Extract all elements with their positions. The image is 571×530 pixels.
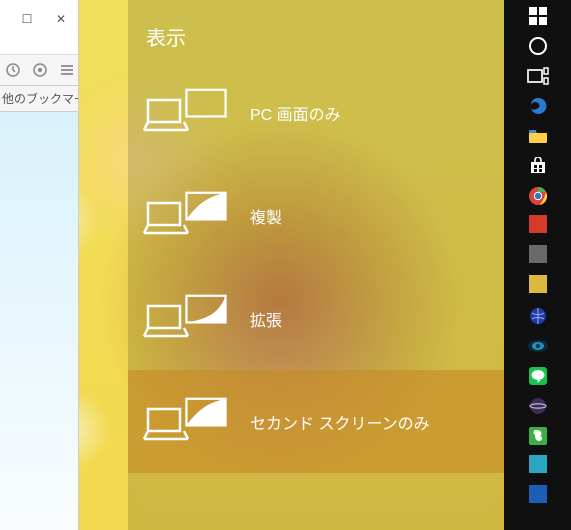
taskbar-item-store[interactable] (523, 156, 553, 176)
taskbar-item-app-blue[interactable] (523, 486, 553, 506)
bookmark-bar[interactable]: 他のブックマーク (0, 86, 78, 112)
taskbar-item-edge[interactable] (523, 96, 553, 116)
taskbar-item-start[interactable] (523, 6, 553, 26)
browser-toolbar (0, 54, 78, 86)
other-bookmarks-label: 他のブックマーク (2, 90, 78, 107)
edge-icon (528, 96, 548, 116)
project-option-second-only[interactable]: セカンド スクリーンのみ (128, 370, 504, 473)
project-option-icon (142, 88, 232, 138)
line-icon (529, 367, 547, 385)
evernote-icon (529, 427, 547, 445)
project-option-icon (142, 191, 232, 241)
taskbar-item-app-grey[interactable] (523, 246, 553, 266)
laptop-icon (142, 405, 190, 445)
project-option-icon (142, 294, 232, 344)
taskbar-item-file-explorer[interactable] (523, 126, 553, 146)
project-option-label: セカンド スクリーンのみ (250, 410, 430, 434)
project-option-label: 複製 (250, 204, 282, 228)
maximize-icon: ☐ (22, 12, 33, 26)
app-grey-icon (529, 245, 547, 268)
taskbar-item-app-eye[interactable] (523, 336, 553, 356)
laptop-icon (142, 199, 190, 239)
taskbar-item-eclipse[interactable] (523, 396, 553, 416)
monitor-icon (184, 191, 228, 223)
monitor-icon (184, 397, 228, 429)
project-flyout: 表示 PC 画面のみ複製拡張セカンド スクリーンのみ (128, 0, 504, 530)
taskbar-item-evernote[interactable] (523, 426, 553, 446)
project-option-duplicate[interactable]: 複製 (128, 164, 504, 267)
task-view-icon (527, 67, 549, 85)
app-yellow-tile-icon (529, 275, 547, 298)
browser-content-area (0, 112, 78, 530)
taskbar-item-line[interactable] (523, 366, 553, 386)
chrome-icon (528, 186, 548, 206)
taskbar-item-chrome[interactable] (523, 186, 553, 206)
laptop-icon (142, 96, 190, 136)
browser-window-edge: ☐ ✕ 他のブックマーク (0, 0, 79, 530)
project-option-extend[interactable]: 拡張 (128, 267, 504, 370)
hamburger-icon (59, 62, 75, 78)
close-button[interactable]: ✕ (44, 6, 78, 32)
flyout-title: 表示 (128, 0, 504, 61)
project-option-icon (142, 397, 232, 447)
start-icon (529, 7, 547, 25)
toolbar-button-1[interactable] (2, 58, 25, 82)
close-icon: ✕ (56, 12, 66, 26)
taskbar-item-app-blue-globe[interactable] (523, 306, 553, 326)
taskbar-item-task-view[interactable] (523, 66, 553, 86)
taskbar-item-app-yellow-tile[interactable] (523, 276, 553, 296)
monitor-icon (184, 294, 228, 326)
taskbar-item-app-cyan[interactable] (523, 456, 553, 476)
laptop-icon (142, 302, 190, 342)
app-blue-icon (529, 485, 547, 508)
eclipse-icon (528, 396, 548, 416)
taskbar (504, 0, 571, 530)
app-cyan-icon (529, 455, 547, 478)
store-icon (529, 157, 547, 175)
app-blue-globe-icon (529, 307, 547, 325)
project-option-label: 拡張 (250, 307, 282, 331)
toolbar-menu[interactable] (55, 58, 78, 82)
app-red-icon (529, 215, 547, 238)
file-explorer-icon (528, 128, 548, 144)
clock-icon (5, 62, 21, 78)
toolbar-button-2[interactable] (29, 58, 52, 82)
target-icon (32, 62, 48, 78)
app-eye-icon (527, 339, 549, 353)
taskbar-item-app-red[interactable] (523, 216, 553, 236)
browser-titlebar: ☐ ✕ (0, 0, 78, 54)
project-option-label: PC 画面のみ (250, 101, 341, 125)
maximize-button[interactable]: ☐ (10, 6, 44, 32)
project-option-pc-only[interactable]: PC 画面のみ (128, 61, 504, 164)
cortana-icon (528, 36, 548, 56)
monitor-icon (184, 88, 228, 120)
taskbar-item-cortana[interactable] (523, 36, 553, 56)
